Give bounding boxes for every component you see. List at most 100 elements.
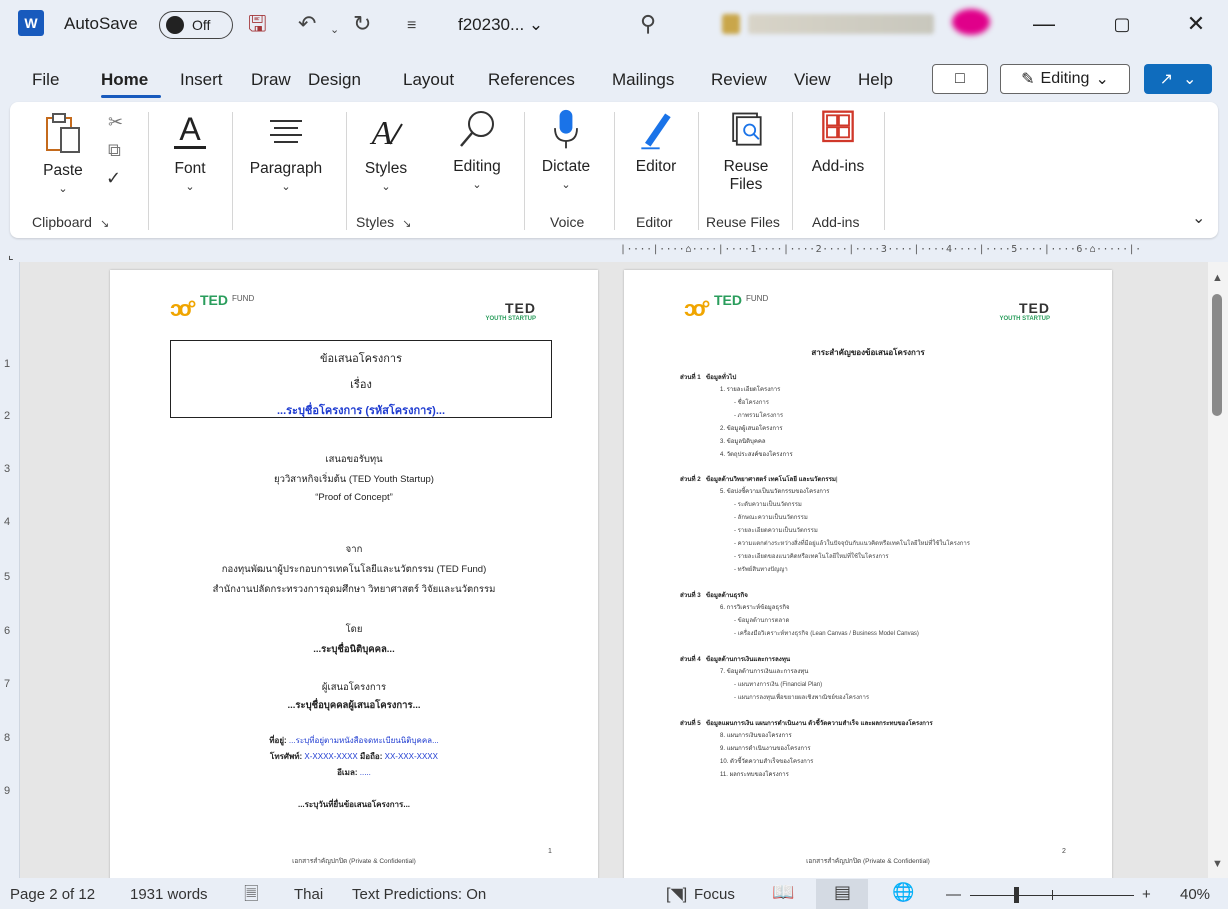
tab-home[interactable]: Home: [101, 70, 148, 90]
zoom-slider-thumb[interactable]: [1014, 887, 1019, 903]
title-bar: W AutoSave Off 🖫 ↶ ⌄ ↻ ≡ f20230... ⌄ ⚲ —…: [0, 0, 1228, 52]
comments-button[interactable]: □: [932, 64, 988, 94]
subject-label: เรื่อง: [350, 379, 372, 391]
tab-view[interactable]: View: [794, 70, 831, 90]
logo-fund-text: FUND: [232, 294, 255, 303]
avatar[interactable]: [952, 9, 990, 35]
list-item: 11. ผลกระทบของโครงการ: [720, 772, 789, 778]
address-line: ที่อยู่: ...ระบุที่อยู่ตามหนังสือจดทะเบี…: [110, 734, 598, 747]
text-predictions[interactable]: Text Predictions: On: [352, 886, 486, 903]
logo-fund-text: FUND: [746, 294, 769, 303]
format-painter-icon[interactable]: ✓: [106, 168, 121, 189]
list-item: - ลักษณะความเป็นนวัตกรรม: [734, 515, 808, 521]
add-ins-group-label: Add-ins: [812, 214, 860, 230]
filename-button[interactable]: f20230... ⌄: [458, 15, 543, 35]
scrollbar-thumb[interactable]: [1212, 294, 1222, 416]
add-ins-button[interactable]: Add-ins: [798, 108, 878, 176]
tab-layout[interactable]: Layout: [403, 70, 454, 90]
zoom-level[interactable]: 40%: [1180, 886, 1210, 903]
tab-mailings[interactable]: Mailings: [612, 70, 674, 90]
font-icon: A: [174, 111, 206, 149]
redo-icon[interactable]: ↻: [353, 10, 371, 38]
tab-selector[interactable]: ⌞: [8, 248, 14, 262]
minimize-button[interactable]: —: [1024, 8, 1064, 40]
document-page-2[interactable]: ɔo° TED FUND TED YOUTH STARTUP สาระสำคัญ…: [624, 270, 1112, 878]
tab-references[interactable]: References: [488, 70, 575, 90]
web-layout-icon[interactable]: 🌐: [892, 882, 914, 903]
styles-group-label: Styles ↘: [356, 214, 412, 230]
paste-button[interactable]: Paste ⌄: [36, 112, 90, 195]
account-name-blurred[interactable]: [748, 14, 934, 34]
ruler-number: 7: [4, 678, 11, 690]
document-canvas[interactable]: ɔo° TED FUND TED YOUTH STARTUP ข้อเสนอโค…: [20, 262, 1208, 878]
from-line-1: กองทุนพัฒนาผู้ประกอบการเทคโนโลยีและนวัตก…: [221, 564, 487, 575]
list-item: 6. การวิเคราะห์ข้อมูลธุรกิจ: [720, 605, 790, 611]
section-heading: ส่วนที่ 1 ข้อมูลทั่วไป: [680, 374, 737, 381]
scroll-down-icon[interactable]: ▼: [1212, 858, 1223, 870]
print-layout-icon[interactable]: ▤: [834, 882, 851, 903]
customize-toolbar-icon[interactable]: ≡: [407, 12, 416, 40]
paragraph-button[interactable]: Paragraph ⌄: [240, 110, 332, 193]
editing-button[interactable]: Editing ⌄: [442, 108, 512, 191]
language[interactable]: Thai: [294, 886, 323, 903]
proofing-icon[interactable]: 🗏: [244, 882, 258, 909]
svg-text:A: A: [179, 111, 201, 147]
editor-button[interactable]: Editor: [622, 108, 690, 176]
tab-help[interactable]: Help: [858, 70, 893, 90]
zoom-out-button[interactable]: —: [946, 886, 961, 903]
proposer-value: ...ระบุชื่อบุคคลผู้เสนอโครงการ...: [287, 700, 421, 711]
vertical-scrollbar[interactable]: ▲ ▼: [1208, 262, 1228, 878]
tab-file[interactable]: File: [32, 70, 59, 90]
ribbon-display-options-icon[interactable]: ⌄: [1192, 208, 1205, 228]
list-item: - ทรัพย์สินทางปัญญา: [734, 567, 788, 573]
tab-draw[interactable]: Draw: [251, 70, 291, 90]
ted-youth-startup-logo: TED YOUTH STARTUP: [476, 300, 536, 322]
maximize-button[interactable]: ▢: [1102, 8, 1142, 40]
cut-icon[interactable]: ✂: [108, 112, 123, 133]
phone-value: X-XXXX-XXXX: [304, 752, 358, 761]
title-box: ข้อเสนอโครงการ เรื่อง ...ระบุชื่อโครงการ…: [170, 340, 552, 418]
page-count[interactable]: Page 2 of 12: [10, 886, 95, 903]
dialog-launcher-icon[interactable]: ↘: [100, 218, 109, 230]
tab-insert[interactable]: Insert: [180, 70, 223, 90]
search-icon: [460, 111, 494, 147]
offer-line-2: ยุววิสาหกิจเริ่มต้น (TED Youth Startup): [274, 474, 434, 485]
page-number: 2: [1062, 848, 1066, 855]
scroll-up-icon[interactable]: ▲: [1212, 272, 1223, 284]
proposer-label: ผู้เสนอโครงการ: [321, 682, 387, 693]
autosave-toggle[interactable]: Off: [159, 11, 233, 39]
tab-review[interactable]: Review: [711, 70, 767, 90]
styles-icon: A: [370, 115, 403, 152]
save-icon[interactable]: 🖫: [248, 10, 267, 38]
focus-icon[interactable]: [◥]: [666, 884, 687, 904]
read-mode-icon[interactable]: 📖: [772, 882, 794, 903]
close-button[interactable]: ✕: [1176, 8, 1216, 40]
dictate-button[interactable]: Dictate ⌄: [530, 108, 602, 191]
reuse-files-button[interactable]: Reuse Files: [704, 108, 788, 194]
word-count[interactable]: 1931 words: [130, 886, 208, 903]
editor-group-label: Editor: [636, 214, 673, 230]
undo-dropdown-icon[interactable]: ⌄: [330, 16, 339, 44]
font-button[interactable]: A Font ⌄: [162, 110, 218, 193]
undo-icon[interactable]: ↶: [298, 10, 316, 38]
document-page-1[interactable]: ɔo° TED FUND TED YOUTH STARTUP ข้อเสนอโค…: [110, 270, 598, 878]
copy-icon[interactable]: ⧉: [108, 140, 121, 161]
share-button[interactable]: ↗ ⌄: [1144, 64, 1212, 94]
search-icon[interactable]: ⚲: [640, 10, 656, 38]
ruler-number: 1: [4, 358, 11, 370]
tab-design[interactable]: Design: [308, 70, 361, 90]
ted-rings-icon: ɔo°: [170, 296, 197, 321]
focus-button[interactable]: Focus: [694, 886, 735, 903]
font-label: Font: [174, 160, 206, 177]
editing-mode-button[interactable]: ✎ Editing ⌄: [1000, 64, 1130, 94]
logo-ted-text: TED: [714, 292, 742, 308]
page-number: 1: [548, 848, 552, 855]
styles-button[interactable]: A Styles ⌄: [356, 110, 416, 193]
dialog-launcher-icon[interactable]: ↘: [402, 218, 411, 230]
ted-youth-startup-logo: TED YOUTH STARTUP: [990, 300, 1050, 322]
vertical-ruler[interactable]: 1 2 3 4 5 6 7 8 9: [0, 262, 20, 878]
horizontal-ruler[interactable]: |····|····⌂····|····1····|····2····|····…: [620, 244, 1140, 258]
zoom-in-button[interactable]: +: [1142, 886, 1151, 903]
list-item: - รายละเอียดของแนวคิดหรือเทคโนโลยีใหม่ที…: [734, 554, 889, 560]
divider: [698, 112, 699, 230]
